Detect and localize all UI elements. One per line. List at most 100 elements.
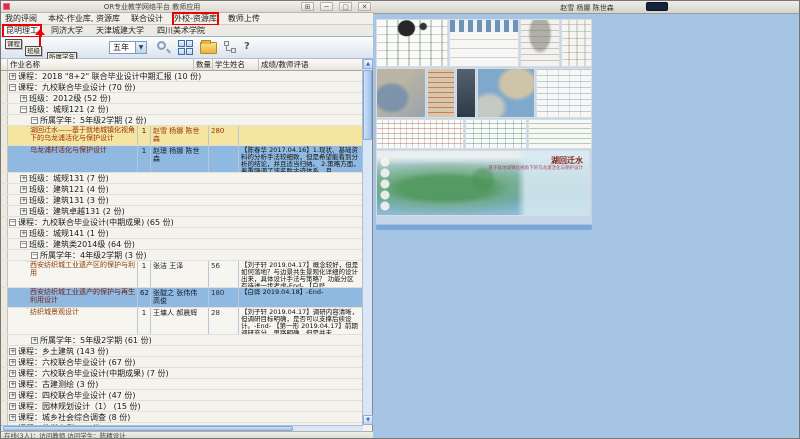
grid-view-icon[interactable] (178, 40, 193, 55)
tree-row-label: 所属学年：4年级2学期 (3 份) (40, 250, 147, 261)
assignment-quantity: 62 (138, 288, 151, 307)
expand-icon[interactable]: + (9, 381, 16, 388)
search-icon[interactable] (156, 40, 171, 55)
collage-selection-bar[interactable] (376, 225, 592, 230)
expand-icon[interactable]: + (9, 414, 16, 421)
expand-icon[interactable]: + (20, 208, 27, 215)
collapse-icon[interactable]: − (20, 241, 27, 248)
expand-icon[interactable]: + (20, 95, 27, 102)
teacher-comment: 【白骅 2019.04.18】-End- (239, 288, 363, 307)
collapse-icon[interactable]: − (31, 252, 38, 259)
school-tab-4[interactable]: 四川美术学院 (155, 26, 207, 36)
expand-icon[interactable]: + (20, 197, 27, 204)
tree-row[interactable]: +课程：2018 "8+2" 联合毕业设计中期汇报 (10 份) (1, 71, 363, 82)
tree-row[interactable]: +班级：建筑131 (3 份) (1, 195, 363, 206)
row-gutter (1, 346, 8, 356)
minimize-button[interactable]: ─ (320, 2, 333, 11)
expand-icon[interactable]: + (9, 370, 16, 377)
maximize-button[interactable]: ▢ (339, 2, 352, 11)
board-thumbnail[interactable] (427, 68, 455, 118)
school-tab-2[interactable]: 同济大学 (49, 26, 85, 36)
school-tab-3[interactable]: 天津城建大学 (94, 26, 146, 36)
viewer-action-button[interactable] (646, 2, 668, 11)
header-assignment-name[interactable]: 作业名称 (8, 59, 194, 70)
chevron-down-icon[interactable]: ▼ (135, 42, 146, 53)
tree-view-icon[interactable] (223, 40, 238, 55)
board-thumbnail[interactable] (561, 19, 592, 67)
expand-icon[interactable]: + (20, 186, 27, 193)
collapse-icon[interactable]: − (31, 117, 38, 124)
expand-icon[interactable]: + (9, 359, 16, 366)
title-bar[interactable]: OR专业教学网络平台 教师应用 ⊞ ─ ▢ ✕ (1, 1, 373, 13)
assignment-row[interactable]: 乌龙浦村活化与保护设计1赵璟 杨娜 陈世森【陈春华 2017.04.16】1.现… (1, 146, 363, 173)
vertical-scrollbar[interactable]: ▲ ▼ (362, 59, 372, 425)
board-thumbnail[interactable] (456, 68, 476, 118)
menu-item-4[interactable]: 外校-资源库 (174, 14, 217, 24)
tree-row[interactable]: +课程：园林规划设计（1） (15 份) (1, 401, 363, 412)
assignment-row[interactable]: 西安纺织城工业遗产区的保护与利用1张洁 王泽56【刘子轩 2019.04.17】… (1, 261, 363, 288)
header-student-names[interactable]: 学生姓名 (213, 59, 259, 70)
board-thumbnail[interactable] (536, 68, 592, 118)
menu-item-5[interactable]: 教师上传 (228, 14, 260, 24)
board-thumbnail[interactable] (376, 119, 464, 149)
menu-item-1[interactable]: 我的评阅 (5, 14, 37, 24)
assignment-title: 湖回迁水——基于就地城镇化视角下的乌龙浦活化与保护设计 (28, 126, 138, 145)
menu-item-2[interactable]: 本校-作业库, 资源库 (48, 14, 120, 24)
tree-row[interactable]: +班级：建筑卓越131 (2 份) (1, 206, 363, 217)
row-gutter (1, 126, 8, 145)
board-thumbnail[interactable] (376, 19, 448, 67)
tree-row[interactable]: +课程：古建测绘 (3 份) (1, 379, 363, 390)
collapse-icon[interactable]: − (9, 219, 16, 226)
board-thumbnail[interactable] (528, 119, 592, 149)
expand-icon[interactable]: + (20, 175, 27, 182)
close-button[interactable]: ✕ (358, 2, 371, 11)
board-thumbnail[interactable] (477, 68, 535, 118)
header-quantity[interactable]: 数量 (194, 59, 213, 70)
tree-indent (8, 335, 30, 336)
tree-row[interactable]: −课程：九校联合毕业设计(中期成果) (65 份) (1, 217, 363, 228)
assignment-row[interactable]: 西安纺织城工业遗产的保护与再生利用设计62张靛之 张伟伟 高俊180【白骅 20… (1, 288, 363, 308)
tree-row[interactable]: +课程：六校联合毕业设计(中期成果) (7 份) (1, 368, 363, 379)
header-score-comment[interactable]: 成绩/教师评语 (259, 59, 363, 70)
board-thumbnail[interactable] (465, 119, 527, 149)
tree-row[interactable]: +班级：城规141 (1 份) (1, 228, 363, 239)
tree-row[interactable]: +课程：乡土建筑 (143 份) (1, 346, 363, 357)
help-icon[interactable]: ? (244, 41, 250, 52)
menu-item-3[interactable]: 联合设计 (131, 14, 163, 24)
assignment-row[interactable]: 湖回迁水——基于就地城镇化视角下的乌龙浦活化与保护设计1赵雪 杨娜 陈世森280 (1, 126, 363, 146)
tree-row[interactable]: +课程：六校联合毕业设计 (67 份) (1, 357, 363, 368)
tree-row[interactable]: −班级：城规121 (2 份) (1, 104, 363, 115)
expand-icon[interactable]: + (9, 392, 16, 399)
layout-icon[interactable]: ⊞ (301, 2, 314, 11)
tree-row[interactable]: +班级：建筑121 (4 份) (1, 184, 363, 195)
tree-row[interactable]: −课程：九校联合毕业设计 (70 份) (1, 82, 363, 93)
expand-icon[interactable]: + (9, 403, 16, 410)
collapse-icon[interactable]: − (9, 84, 16, 91)
tree-row[interactable]: +课程：城乡社会综合调查 (8 份) (1, 412, 363, 423)
scroll-up-icon[interactable]: ▲ (363, 59, 373, 69)
expand-icon[interactable]: + (9, 348, 16, 355)
tree-row[interactable]: +所属学年：5年级2学期 (61 份) (1, 335, 363, 346)
year-select[interactable]: 五年 ▼ (109, 41, 147, 54)
search-lens (157, 41, 166, 50)
tree-row-label: 班级：城规141 (1 份) (29, 228, 109, 239)
folder-icon[interactable] (200, 42, 217, 54)
expand-icon[interactable]: + (9, 73, 16, 80)
board-thumbnail[interactable] (376, 68, 426, 118)
expand-icon[interactable]: + (31, 337, 38, 344)
board-thumbnail[interactable] (449, 19, 519, 67)
tree-row[interactable]: +班级：城规131 (7 份) (1, 173, 363, 184)
board-thumbnail[interactable] (520, 19, 560, 67)
scrollbar-thumb[interactable] (363, 70, 372, 140)
board-main-render[interactable]: 湖回迁水 基于就地城镇化视角下的乌龙浦活化与保护设计 (376, 150, 590, 216)
assignment-students: 张洁 王泽 (151, 261, 209, 287)
assignment-row[interactable]: 纺织城景观设计1王墉人 郝晨辉28【刘子轩 2019.04.17】调研内容清晰，… (1, 308, 363, 335)
tree-row[interactable]: −所属学年：4年级2学期 (3 份) (1, 250, 363, 261)
tree-row[interactable]: +课程：四校联合毕业设计 (47 份) (1, 390, 363, 401)
expand-icon[interactable]: + (20, 230, 27, 237)
scroll-down-icon[interactable]: ▼ (363, 415, 373, 425)
collapse-icon[interactable]: − (20, 106, 27, 113)
tree-row[interactable]: −班级：建筑类2014级 (64 份) (1, 239, 363, 250)
tree-row[interactable]: −所属学年：5年级2学期 (2 份) (1, 115, 363, 126)
tree-row[interactable]: +班级：2012级 (52 份) (1, 93, 363, 104)
